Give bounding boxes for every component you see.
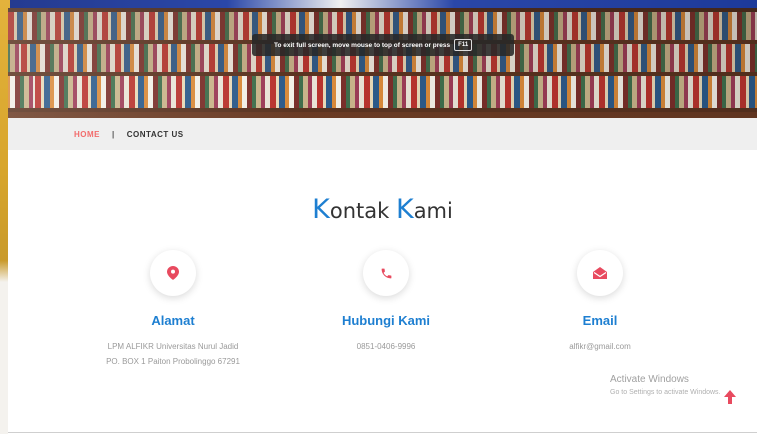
web-page: To exit full screen, move mouse to top o… (8, 8, 757, 434)
card-title: Email (582, 313, 618, 328)
arrow-up-icon (724, 390, 736, 404)
nav-separator: | (112, 129, 115, 139)
footer-divider (8, 432, 757, 433)
contact-card-phone: Hubungi Kami 0851-0406-9996 (286, 250, 486, 354)
top-nav: HOME | CONTACT US (8, 118, 757, 150)
card-text-line: PO. BOX 1 Paiton Probolinggo 67291 (106, 357, 240, 366)
desktop-background-top (0, 0, 757, 8)
activate-windows-hint: Go to Settings to activate Windows. (610, 389, 721, 396)
contact-card-address: Alamat LPM ALFIKR Universitas Nurul Jadi… (73, 250, 273, 369)
phone-icon (363, 250, 409, 296)
activate-windows-watermark: Activate Windows (610, 374, 689, 385)
card-text-line: 0851-0406-9996 (356, 342, 416, 351)
title-part-1: ontak (329, 199, 396, 223)
fullscreen-notice: To exit full screen, move mouse to top o… (252, 34, 514, 56)
title-part-2: ami (413, 199, 453, 223)
title-cap-2: K (395, 194, 414, 225)
card-text-line[interactable]: alfikr@gmail.com (500, 339, 700, 354)
card-text-line: LPM ALFIKR Universitas Nurul Jadid (107, 342, 239, 351)
hero-overlay (8, 8, 757, 118)
hero-banner: To exit full screen, move mouse to top o… (8, 8, 757, 118)
contact-card-email: Email alfikr@gmail.com (500, 250, 700, 354)
page-title: Kontak Kami (8, 194, 757, 225)
scroll-to-top-button[interactable] (724, 390, 736, 406)
nav-home-link[interactable]: HOME (74, 130, 100, 139)
card-title: Hubungi Kami (341, 313, 431, 328)
nav-contact-link[interactable]: CONTACT US (127, 130, 184, 139)
fullscreen-key-badge: F11 (454, 39, 473, 51)
title-cap-1: K (312, 194, 330, 225)
card-title: Alamat (151, 313, 195, 328)
fullscreen-notice-text: To exit full screen, move mouse to top o… (274, 41, 451, 49)
map-pin-icon (150, 250, 196, 296)
envelope-icon (577, 250, 623, 296)
